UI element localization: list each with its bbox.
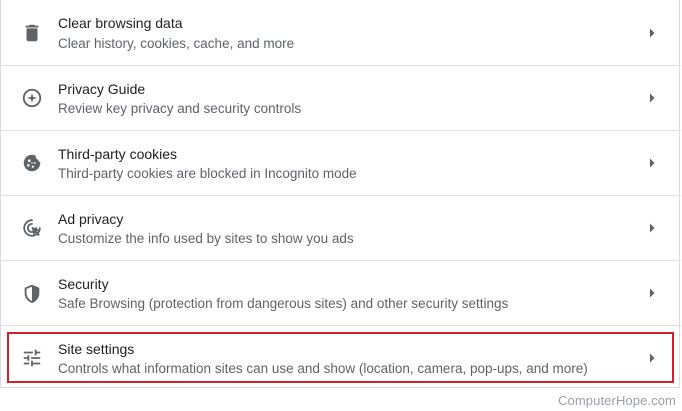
third-party-cookies-subtitle: Third-party cookies are blocked in Incog… xyxy=(58,166,357,181)
shield-icon xyxy=(21,283,43,305)
ad-privacy-subtitle: Customize the info used by sites to show… xyxy=(58,231,354,246)
third-party-cookies-title: Third-party cookies xyxy=(58,146,178,162)
clear-browsing-data-row[interactable]: Clear browsing data Clear history, cooki… xyxy=(1,0,681,65)
trash-icon xyxy=(21,22,43,44)
compass-icon xyxy=(21,87,43,109)
chevron-right-icon xyxy=(647,92,657,104)
cookie-icon xyxy=(21,152,43,174)
privacy-guide-title: Privacy Guide xyxy=(58,81,146,97)
ad-privacy-title: Ad privacy xyxy=(58,211,124,227)
privacy-guide-subtitle: Review key privacy and security controls xyxy=(58,101,302,116)
security-row[interactable]: Security Safe Browsing (protection from … xyxy=(1,260,681,325)
site-settings-row[interactable]: Site settings Controls what information … xyxy=(1,325,681,390)
watermark-text: ComputerHope.com xyxy=(558,393,676,408)
chevron-right-icon xyxy=(647,157,657,169)
ad-privacy-row[interactable]: Ad privacy Customize the info used by si… xyxy=(1,195,681,260)
privacy-and-security-panel: Clear browsing data Clear history, cooki… xyxy=(0,0,681,390)
clear-browsing-data-subtitle: Clear history, cookies, cache, and more xyxy=(58,36,295,51)
security-title: Security xyxy=(58,276,109,292)
security-subtitle: Safe Browsing (protection from dangerous… xyxy=(58,296,509,311)
clear-browsing-data-title: Clear browsing data xyxy=(58,15,183,31)
sliders-icon xyxy=(21,347,43,369)
privacy-guide-row[interactable]: Privacy Guide Review key privacy and sec… xyxy=(1,65,681,130)
ad-privacy-icon xyxy=(21,217,43,239)
chevron-right-icon xyxy=(647,352,657,364)
third-party-cookies-row[interactable]: Third-party cookies Third-party cookies … xyxy=(1,130,681,195)
site-settings-subtitle: Controls what information sites can use … xyxy=(58,361,588,376)
site-settings-title: Site settings xyxy=(58,341,135,357)
chevron-right-icon xyxy=(647,222,657,234)
chevron-right-icon xyxy=(647,287,657,299)
chevron-right-icon xyxy=(647,27,657,39)
